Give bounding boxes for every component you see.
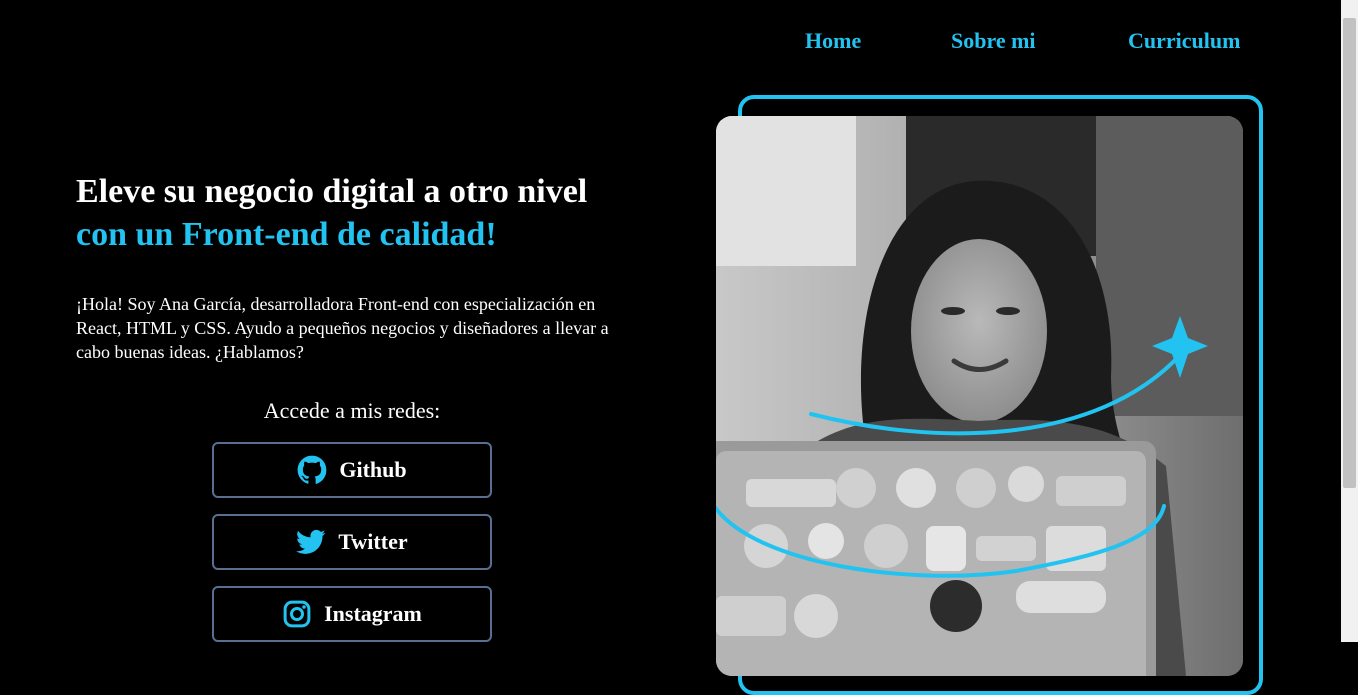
github-button[interactable]: Github [212, 442, 492, 498]
profile-photo [716, 116, 1243, 676]
github-icon [297, 455, 327, 485]
github-button-label: Github [339, 457, 407, 482]
scrollbar-thumb[interactable] [1343, 18, 1356, 488]
page-scrollbar[interactable] [1341, 0, 1358, 642]
hero-title-line1: Eleve su negocio digital a otro nivel [76, 173, 588, 210]
nav-link-home[interactable]: Home [805, 28, 861, 54]
instagram-button-label: Instagram [324, 601, 422, 626]
social-label: Accede a mis redes: [263, 398, 441, 423]
hero-intro: ¡Hola! Soy Ana García, desarrolladora Fr… [76, 294, 609, 362]
twitter-icon [296, 527, 326, 557]
nav-link-sobre-mi[interactable]: Sobre mi [951, 28, 1036, 54]
instagram-button[interactable]: Instagram [212, 586, 492, 642]
hero-title: Eleve su negocio digital a otro nivel co… [76, 170, 587, 256]
main-nav: Home Sobre mi Curriculum [0, 28, 1340, 58]
instagram-icon [282, 599, 312, 629]
twitter-button-label: Twitter [338, 529, 408, 554]
nav-link-curriculum[interactable]: Curriculum [1128, 28, 1240, 54]
twitter-button[interactable]: Twitter [212, 514, 492, 570]
hero-title-line2: con un Front-end de calidad! [76, 216, 497, 253]
